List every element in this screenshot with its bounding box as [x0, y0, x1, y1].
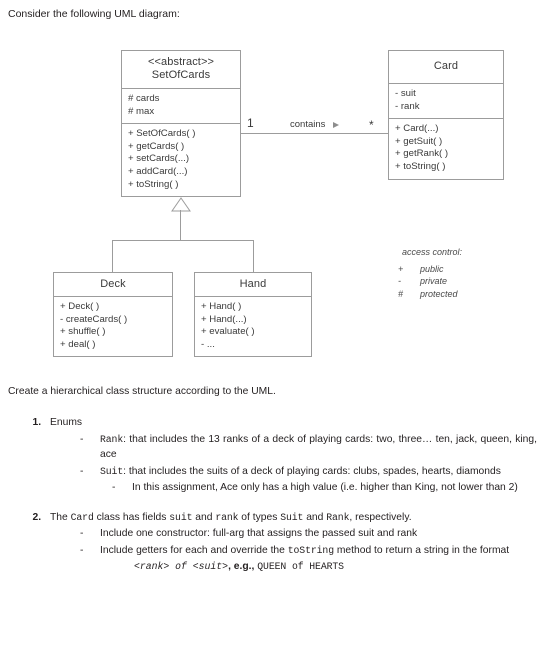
inheritance-stem	[180, 210, 181, 240]
uml-operation: + setCards(...)	[128, 153, 190, 165]
instruction-1-subsublist: In this assignment, Ace only has a high …	[100, 480, 537, 496]
uml-class-setofcards: <<abstract>> SetOfCards # cards # max + …	[121, 50, 241, 197]
uml-operation: + toString( )	[128, 178, 179, 190]
uml-operations-card: + Card(...) + getSuit( ) + getRank( ) + …	[389, 119, 503, 178]
instruction-2-bullet-getters: Include getters for each and override th…	[76, 543, 537, 575]
instruction-1-sublist: Rank: that includes the 13 ranks of a de…	[50, 432, 537, 496]
uml-operation: + getSuit( )	[395, 135, 443, 147]
enum-rank-code: Rank	[100, 433, 124, 445]
tostring-format-example: <rank> of <suit>, e.g., QUEEN of HEARTS	[134, 559, 537, 575]
uml-class-deck: Deck + Deck( ) - createCards( ) + shuffl…	[53, 272, 173, 357]
uml-operations-deck: + Deck( ) - createCards( ) + shuffle( ) …	[54, 297, 172, 356]
instructions-lead: Create a hierarchical class structure ac…	[8, 386, 276, 397]
uml-attributes-card: - suit - rank	[389, 84, 503, 118]
uml-class-title-card: Card	[389, 51, 503, 83]
uml-operation: + Hand( )	[201, 301, 242, 312]
tostring-code: toString	[287, 544, 334, 556]
card-class-code: Card	[70, 511, 94, 523]
uml-class-name-deck: Deck	[100, 278, 126, 290]
uml-operation: + shuffle( )	[60, 326, 106, 338]
instruction-2-p6: , respectively.	[349, 511, 412, 523]
uml-operations-hand: + Hand( ) + Hand(...) + evaluate( ) - ..…	[195, 297, 311, 356]
uml-attribute: # cards	[128, 93, 160, 104]
uml-operation: - ...	[201, 338, 215, 350]
uml-operation: + addCard(...)	[128, 165, 188, 177]
uml-operation: + Hand(...)	[201, 313, 247, 325]
instruction-1-heading: Enums	[50, 417, 83, 428]
instruction-2-bullet-constructor: Include one constructor: full-arg that a…	[76, 526, 537, 542]
legend-meaning: private	[420, 276, 448, 286]
uml-class-title-setofcards: <<abstract>> SetOfCards	[122, 51, 240, 88]
uml-operation: + Card(...)	[395, 123, 439, 135]
uml-attribute: # max	[128, 105, 155, 117]
format-template-code: <rank> of <suit>	[134, 561, 229, 572]
legend-meaning: protected	[420, 288, 458, 299]
legend-symbol: +	[398, 263, 404, 274]
uml-operation: + evaluate( )	[201, 326, 255, 338]
association-multiplicity-source: 1	[247, 116, 254, 130]
uml-class-hand: Hand + Hand( ) + Hand(...) + evaluate( )…	[194, 272, 312, 357]
instruction-2-getters-post: method to return a string in the format	[333, 544, 510, 556]
uml-class-title-hand: Hand	[195, 273, 311, 296]
inheritance-horizontal-bar	[112, 240, 253, 241]
association-multiplicity-target: *	[369, 118, 374, 132]
access-control-legend: access control: + public - private # protec…	[398, 246, 462, 300]
instruction-item-2: The Card class has fields suit and rank …	[44, 510, 537, 575]
association-line	[241, 133, 388, 134]
instructions-list: Enums Rank: that includes the 13 ranks o…	[0, 415, 537, 575]
instruction-1-bullet-suit: Suit: that includes the suits of a deck …	[76, 464, 537, 496]
instruction-2-p5: and	[303, 511, 327, 523]
uml-operation: - createCards( )	[60, 313, 128, 325]
field-rank-code: rank	[215, 511, 239, 523]
association-label: contains	[290, 119, 326, 130]
type-suit-code: Suit	[280, 511, 304, 523]
enum-suit-text: : that includes the suits of a deck of p…	[123, 465, 501, 477]
uml-attribute: - rank	[395, 100, 420, 112]
intro-text: Consider the following UML diagram:	[8, 8, 180, 20]
uml-attribute: - suit	[395, 88, 416, 99]
inheritance-branch-deck	[112, 240, 113, 272]
uml-class-name-setofcards: SetOfCards	[151, 69, 211, 81]
legend-row: - private	[398, 275, 462, 288]
instructions-section: Create a hierarchical class structure ac…	[0, 385, 537, 577]
uml-stereotype-setofcards: <<abstract>>	[147, 56, 215, 68]
uml-operations-setofcards: + SetOfCards( ) + getCards( ) + setCards…	[122, 124, 240, 196]
enum-suit-code: Suit	[100, 465, 124, 477]
field-suit-code: suit	[169, 511, 193, 523]
instruction-1-bullet-rank: Rank: that includes the 13 ranks of a de…	[76, 432, 537, 463]
format-eg-label: , e.g.,	[228, 561, 258, 572]
association-arrow-icon	[333, 122, 339, 128]
uml-class-name-card: Card	[433, 60, 459, 72]
uml-operation: + Deck( )	[60, 301, 100, 312]
uml-attributes-setofcards: # cards # max	[122, 89, 240, 123]
uml-class-name-hand: Hand	[239, 278, 267, 290]
legend-title: access control:	[402, 247, 463, 257]
uml-diagram: <<abstract>> SetOfCards # cards # max + …	[0, 38, 537, 378]
uml-operation: + getCards( )	[128, 140, 185, 152]
instruction-1-ace-note: In this assignment, Ace only has a high …	[108, 480, 537, 496]
enum-rank-text: : that includes the 13 ranks of a deck o…	[100, 433, 537, 461]
inheritance-branch-hand	[253, 240, 254, 272]
type-rank-code: Rank	[326, 511, 350, 523]
instruction-item-1: Enums Rank: that includes the 13 ranks o…	[44, 415, 537, 496]
uml-operation: + SetOfCards( )	[128, 128, 196, 140]
instruction-2-p2: class has fields	[93, 511, 170, 523]
uml-operation: + toString( )	[395, 160, 446, 172]
uml-operation: + deal( )	[60, 338, 96, 350]
instruction-2-p3: and	[192, 511, 216, 523]
uml-class-card: Card - suit - rank + Card(...) + getSuit…	[388, 50, 504, 180]
instruction-2-getters-pre: Include getters for each and override th…	[100, 544, 288, 556]
legend-row: + public	[398, 263, 462, 276]
legend-symbol: -	[398, 276, 401, 286]
legend-symbol: #	[398, 288, 404, 299]
uml-class-title-deck: Deck	[54, 273, 172, 296]
uml-operation: + getRank( )	[395, 148, 449, 160]
legend-row: # protected	[398, 288, 462, 301]
legend-meaning: public	[420, 263, 444, 274]
instruction-2-sublist: Include one constructor: full-arg that a…	[50, 526, 537, 575]
instruction-2-p1: The	[50, 511, 71, 523]
inheritance-triangle-icon	[171, 197, 191, 212]
format-example-value: QUEEN of HEARTS	[257, 561, 344, 572]
instruction-2-p4: of types	[238, 511, 281, 523]
